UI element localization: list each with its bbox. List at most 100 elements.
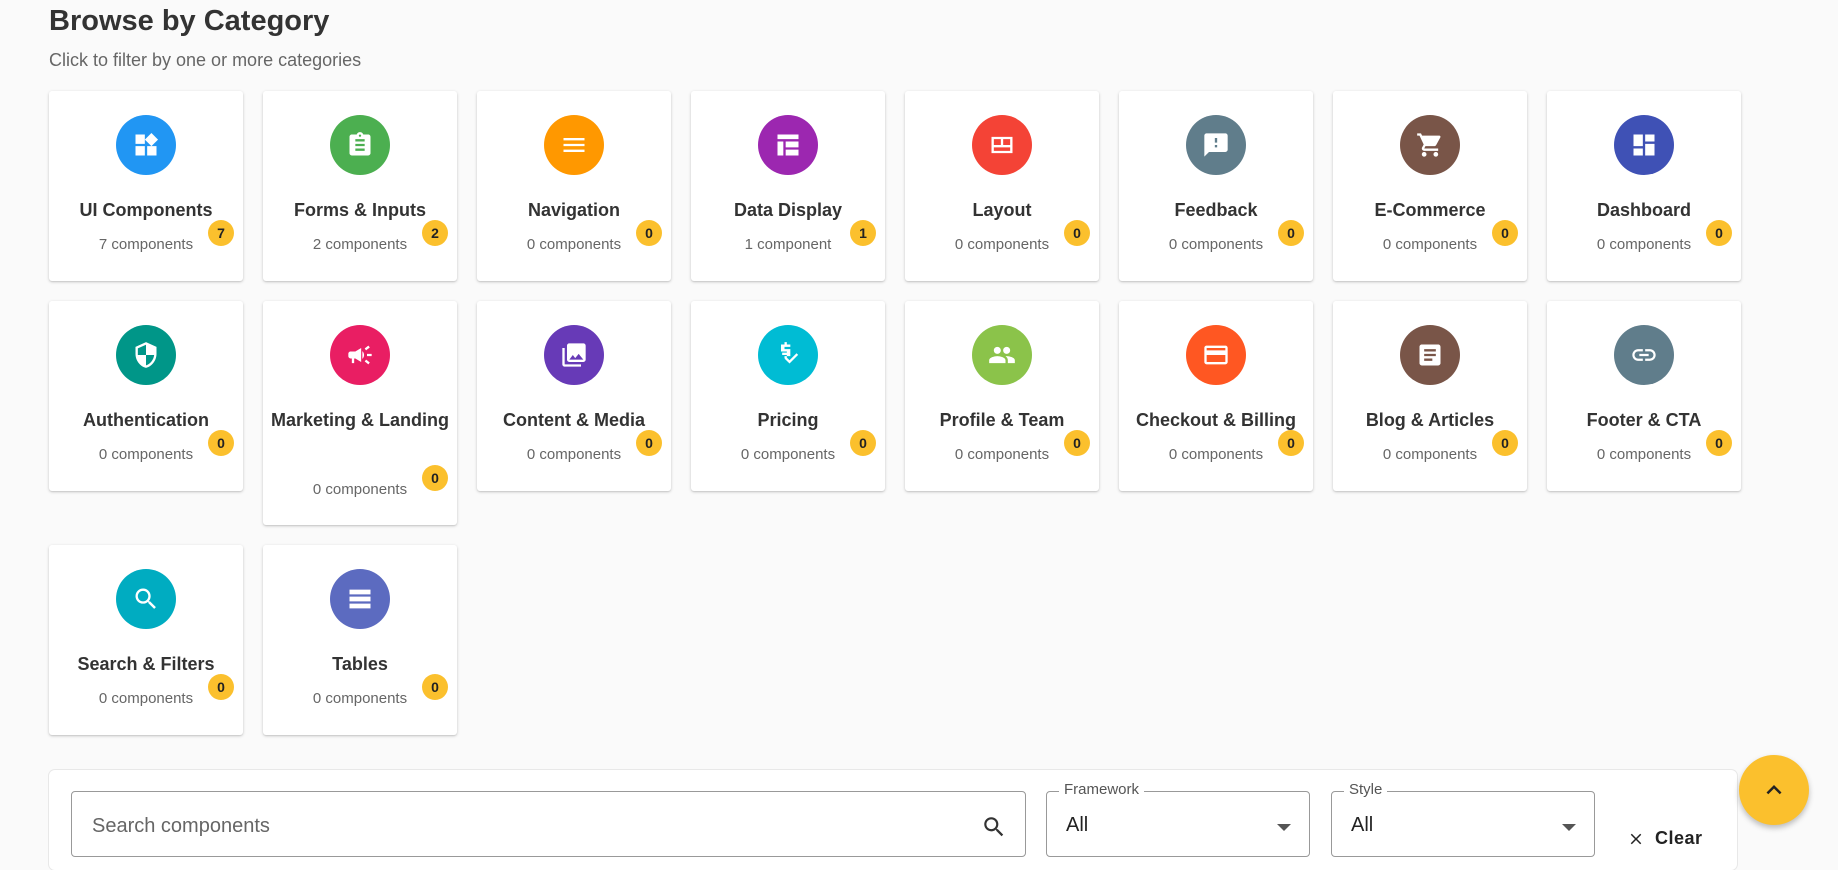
category-card[interactable]: Dashboard 0 components 0 bbox=[1547, 91, 1741, 281]
category-name: Footer & CTA bbox=[1586, 410, 1702, 430]
category-card[interactable]: Footer & CTA 0 components 0 bbox=[1547, 301, 1741, 491]
category-name: Content & Media bbox=[503, 410, 645, 430]
category-name: Forms & Inputs bbox=[293, 200, 426, 220]
count-badge: 0 bbox=[1064, 220, 1090, 246]
category-icon-circle bbox=[1400, 115, 1460, 175]
category-card[interactable]: Forms & Inputs 2 components 2 bbox=[263, 91, 457, 281]
count-badge: 7 bbox=[208, 220, 234, 246]
category-grid: UI Components 7 components 7 Forms & Inputs… bbox=[49, 91, 1741, 735]
category-name: Blog & Articles bbox=[1365, 410, 1495, 430]
count-badge: 0 bbox=[1492, 220, 1518, 246]
count-badge: 2 bbox=[422, 220, 448, 246]
category-icon-circle bbox=[544, 325, 604, 385]
category-name: E-Commerce bbox=[1374, 200, 1486, 220]
page-title: Browse by Category bbox=[49, 5, 330, 37]
category-card[interactable]: E-Commerce 0 components 0 bbox=[1333, 91, 1527, 281]
clear-label: Clear bbox=[1655, 828, 1703, 848]
category-name: Navigation bbox=[527, 200, 620, 220]
category-card[interactable]: Marketing & Landing 0 components 0 bbox=[263, 301, 457, 525]
search-input[interactable] bbox=[90, 814, 954, 839]
credit-card-icon bbox=[1204, 345, 1228, 365]
category-icon-circle bbox=[330, 325, 390, 385]
category-card[interactable]: Authentication 0 components 0 bbox=[49, 301, 243, 491]
category-icon-circle bbox=[544, 115, 604, 175]
category-card[interactable]: Checkout & Billing 0 components 0 bbox=[1119, 301, 1313, 491]
count-badge: 0 bbox=[1278, 430, 1304, 456]
category-card[interactable]: Blog & Articles 0 components 0 bbox=[1333, 301, 1527, 491]
dashboard-icon bbox=[1633, 134, 1655, 156]
search-icon bbox=[135, 588, 156, 609]
table-icon bbox=[777, 134, 799, 156]
category-name: UI Components bbox=[79, 200, 213, 220]
feedback-icon bbox=[1204, 133, 1228, 157]
category-icon-circle bbox=[330, 569, 390, 629]
category-icon-circle bbox=[1400, 325, 1460, 385]
style-value: All bbox=[1351, 814, 1374, 836]
page-subtitle: Click to filter by one or more categorie… bbox=[49, 50, 362, 70]
price-check-icon bbox=[781, 342, 799, 364]
shield-icon bbox=[135, 342, 157, 368]
count-badge: 0 bbox=[1278, 220, 1304, 246]
search-icon[interactable] bbox=[981, 814, 1007, 840]
category-card[interactable]: Navigation 0 components 0 bbox=[477, 91, 671, 281]
chevron-down-icon bbox=[1277, 824, 1291, 831]
category-name: Search & Filters bbox=[77, 654, 215, 674]
people-icon bbox=[989, 346, 1015, 364]
widgets-icon bbox=[135, 132, 159, 156]
category-icon-circle bbox=[330, 115, 390, 175]
count-badge: 0 bbox=[636, 430, 662, 456]
category-card[interactable]: Search & Filters 0 components 0 bbox=[49, 545, 243, 735]
category-icon-circle bbox=[1186, 325, 1246, 385]
category-name: Tables bbox=[332, 654, 388, 674]
category-card[interactable]: UI Components 7 components 7 bbox=[49, 91, 243, 281]
category-name: Layout bbox=[972, 200, 1032, 220]
framework-label: Framework bbox=[1059, 781, 1145, 798]
category-card[interactable]: Content & Media 0 components 0 bbox=[477, 301, 671, 491]
photo-library-icon bbox=[562, 343, 586, 367]
count-badge: 0 bbox=[1706, 220, 1732, 246]
chevron-up-icon bbox=[1766, 785, 1782, 795]
menu-icon bbox=[563, 138, 585, 152]
category-name: Checkout & Billing bbox=[1135, 410, 1296, 430]
count-badge: 0 bbox=[208, 674, 234, 700]
category-icon-circle bbox=[758, 115, 818, 175]
category-card[interactable]: Tables 0 components 0 bbox=[263, 545, 457, 735]
category-name: Pricing bbox=[757, 410, 819, 430]
category-name: Data Display bbox=[733, 200, 843, 220]
framework-value: All bbox=[1066, 814, 1089, 836]
megaphone-icon bbox=[348, 345, 372, 365]
style-select[interactable]: Style All bbox=[1331, 781, 1595, 857]
count-badge: 0 bbox=[1706, 430, 1732, 456]
category-card[interactable]: Pricing 0 components 0 bbox=[691, 301, 885, 491]
category-icon-circle bbox=[1614, 325, 1674, 385]
category-card[interactable]: Feedback 0 components 0 bbox=[1119, 91, 1313, 281]
category-icon-circle bbox=[758, 325, 818, 385]
category-card[interactable]: Data Display 1 component 1 bbox=[691, 91, 885, 281]
count-badge: 0 bbox=[636, 220, 662, 246]
framework-select[interactable]: Framework All bbox=[1046, 781, 1310, 857]
article-icon bbox=[1419, 344, 1441, 366]
category-name: Dashboard bbox=[1596, 200, 1692, 220]
category-icon-circle bbox=[116, 569, 176, 629]
category-icon-circle bbox=[972, 325, 1032, 385]
count-badge: 0 bbox=[850, 430, 876, 456]
category-name: Profile & Team bbox=[939, 410, 1065, 430]
category-name: Authentication bbox=[83, 410, 209, 430]
category-card[interactable]: Profile & Team 0 components 0 bbox=[905, 301, 1099, 491]
scroll-to-top-button[interactable] bbox=[1739, 755, 1809, 825]
link-icon bbox=[1632, 349, 1656, 361]
category-icon-circle bbox=[1614, 115, 1674, 175]
clear-button[interactable]: Clear bbox=[1627, 828, 1703, 849]
category-icon-circle bbox=[1186, 115, 1246, 175]
close-icon bbox=[1630, 833, 1642, 844]
search-box[interactable] bbox=[71, 791, 1026, 857]
category-name: Feedback bbox=[1174, 200, 1258, 220]
category-icon-circle bbox=[116, 115, 176, 175]
view-list-icon bbox=[349, 589, 371, 609]
clipboard-icon bbox=[349, 132, 371, 156]
count-badge: 1 bbox=[850, 220, 876, 246]
page-header: Browse by Category Click to filter by on… bbox=[49, 0, 361, 71]
cart-icon bbox=[1417, 133, 1441, 157]
category-card[interactable]: Layout 0 components 0 bbox=[905, 91, 1099, 281]
count-badge: 0 bbox=[1492, 430, 1518, 456]
